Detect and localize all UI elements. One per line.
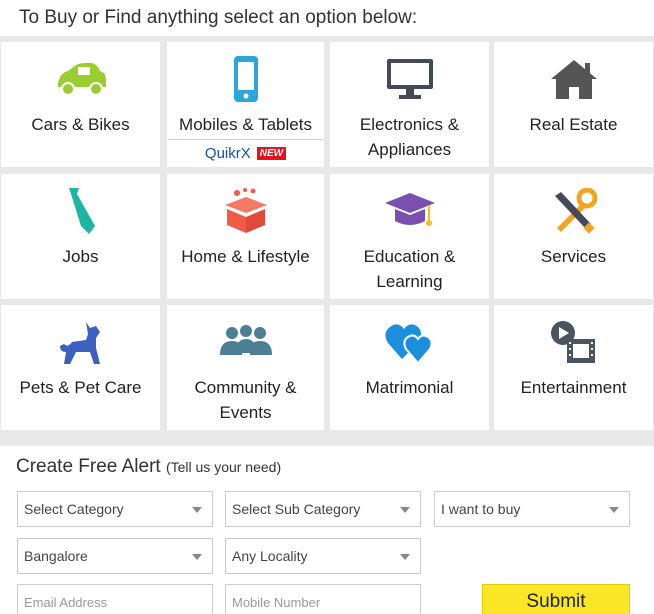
category-mobiles-tablets[interactable]: Mobiles & Tablets QuikrX NEW: [167, 42, 324, 167]
category-real-estate[interactable]: Real Estate: [494, 42, 653, 167]
sub-category-select[interactable]: Select Sub Category: [225, 491, 421, 527]
category-label: Jobs: [62, 247, 99, 266]
quikrx-label: QuikrX: [204, 145, 251, 162]
category-label: Pets & Pet Care: [19, 378, 142, 397]
alert-hint: (Tell us your need): [165, 459, 282, 475]
category-cars-bikes[interactable]: Cars & Bikes: [1, 42, 160, 167]
alert-heading: Create Free Alert (Tell us your need): [16, 456, 281, 478]
category-label: Real Estate: [529, 115, 618, 134]
category-electronics-appliances[interactable]: Electronics & Appliances: [330, 42, 489, 167]
new-badge: NEW: [256, 147, 287, 160]
chevron-down-icon: [192, 554, 202, 560]
submit-button[interactable]: Submit: [482, 584, 630, 614]
tie-icon: [1, 186, 160, 236]
category-jobs[interactable]: Jobs: [1, 174, 160, 299]
category-education-learning[interactable]: Education & Learning: [330, 174, 489, 299]
city-select[interactable]: Bangalore: [17, 538, 213, 574]
home-icon: [494, 54, 653, 104]
category-select[interactable]: Select Category: [17, 491, 213, 527]
category-services[interactable]: Services: [494, 174, 653, 299]
category-label: Home & Lifestyle: [181, 247, 310, 266]
dog-icon: [1, 317, 160, 367]
tools-icon: [494, 186, 653, 236]
category-label: Cars & Bikes: [31, 115, 130, 134]
people-icon: [167, 317, 324, 367]
intent-select[interactable]: I want to buy: [434, 491, 630, 527]
page-header: To Buy or Find anything select an option…: [0, 0, 654, 36]
intent-select-value: I want to buy: [441, 501, 521, 517]
category-label: Services: [540, 247, 607, 266]
alert-title: Create Free Alert: [16, 456, 161, 477]
locality-select-value: Any Locality: [232, 548, 308, 564]
sub-category-select-value: Select Sub Category: [232, 501, 361, 517]
category-community-events[interactable]: Community & Events: [167, 305, 324, 430]
email-field[interactable]: [17, 584, 213, 614]
city-select-value: Bangalore: [24, 548, 88, 564]
mobile-field[interactable]: [225, 584, 421, 614]
category-label: Mobiles & Tablets: [179, 115, 312, 134]
gift-box-icon: [167, 186, 324, 236]
category-label: Education & Learning: [363, 247, 456, 291]
category-pets-pet-care[interactable]: Pets & Pet Care: [1, 305, 160, 430]
category-label: Matrimonial: [365, 378, 454, 397]
category-matrimonial[interactable]: Matrimonial: [330, 305, 489, 430]
film-icon: [494, 317, 653, 367]
category-home-lifestyle[interactable]: Home & Lifestyle: [167, 174, 324, 299]
graduation-cap-icon: [330, 186, 489, 236]
category-entertainment[interactable]: Entertainment: [494, 305, 653, 430]
category-label: Entertainment: [520, 378, 627, 397]
chevron-down-icon: [400, 554, 410, 560]
locality-select[interactable]: Any Locality: [225, 538, 421, 574]
car-icon: [1, 54, 160, 104]
chevron-down-icon: [400, 507, 410, 513]
category-label: Electronics & Appliances: [359, 115, 460, 159]
category-label: Community & Events: [194, 378, 297, 422]
quikrx-link[interactable]: QuikrX NEW: [168, 139, 323, 167]
mobile-icon: [167, 54, 324, 104]
page-title: To Buy or Find anything select an option…: [19, 7, 418, 28]
category-select-value: Select Category: [24, 501, 124, 517]
chevron-down-icon: [609, 507, 619, 513]
chevron-down-icon: [192, 507, 202, 513]
hearts-icon: [330, 317, 489, 367]
monitor-icon: [330, 54, 489, 104]
